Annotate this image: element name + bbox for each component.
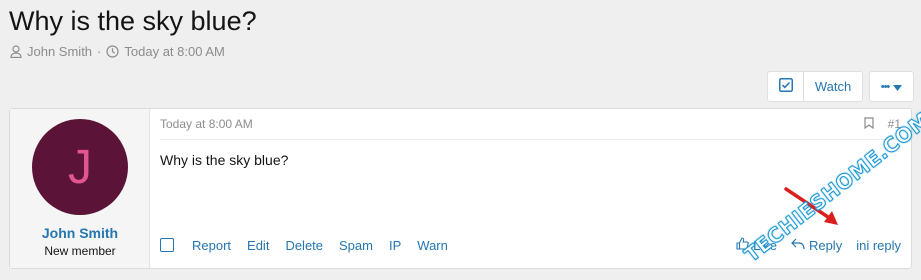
more-dots-label: ••• [880, 80, 891, 93]
caret-down-icon [893, 79, 903, 94]
reply-arrow-icon [791, 238, 805, 253]
avatar[interactable]: J [32, 119, 128, 215]
post-body: Why is the sky blue? [160, 152, 289, 168]
post-header: Today at 8:00 AM #1 [160, 109, 901, 140]
post-date[interactable]: Today at 8:00 AM [160, 117, 253, 131]
watch-button[interactable]: Watch [804, 72, 862, 101]
warn-link[interactable]: Warn [417, 238, 448, 253]
post-username[interactable]: John Smith [10, 225, 150, 241]
delete-link[interactable]: Delete [285, 238, 323, 253]
more-options-button[interactable]: ••• [869, 71, 914, 102]
spam-link[interactable]: Spam [339, 238, 373, 253]
avatar-letter: J [68, 140, 92, 194]
page-title: Why is the sky blue? [9, 6, 257, 36]
thread-toolbar: Watch ••• [767, 71, 914, 102]
user-title: New member [44, 244, 116, 258]
select-checkbox-button[interactable] [768, 72, 804, 101]
post-admin-actions: Report Edit Delete Spam IP Warn [160, 238, 464, 253]
meta-separator: · [97, 44, 102, 59]
thread-author[interactable]: John Smith [27, 44, 92, 59]
ip-link[interactable]: IP [389, 238, 401, 253]
checkbox-checked-icon [778, 78, 793, 95]
thread-button-group: Watch [767, 71, 863, 102]
user-icon [10, 45, 22, 58]
bookmark-icon[interactable] [864, 116, 874, 132]
mini-reply-button[interactable]: ini reply [856, 238, 901, 253]
clock-icon [106, 45, 119, 58]
reply-button[interactable]: Reply [791, 238, 842, 253]
edit-link[interactable]: Edit [247, 238, 269, 253]
post-user-cell: J John Smith New member [10, 109, 150, 268]
thread-meta: John Smith · Today at 8:00 AM [10, 44, 225, 59]
report-link[interactable]: Report [192, 238, 231, 253]
thread-date[interactable]: Today at 8:00 AM [124, 44, 224, 59]
mini-reply-label: ini reply [856, 237, 901, 253]
post-select-checkbox[interactable] [160, 238, 174, 252]
reply-label: Reply [808, 237, 843, 253]
